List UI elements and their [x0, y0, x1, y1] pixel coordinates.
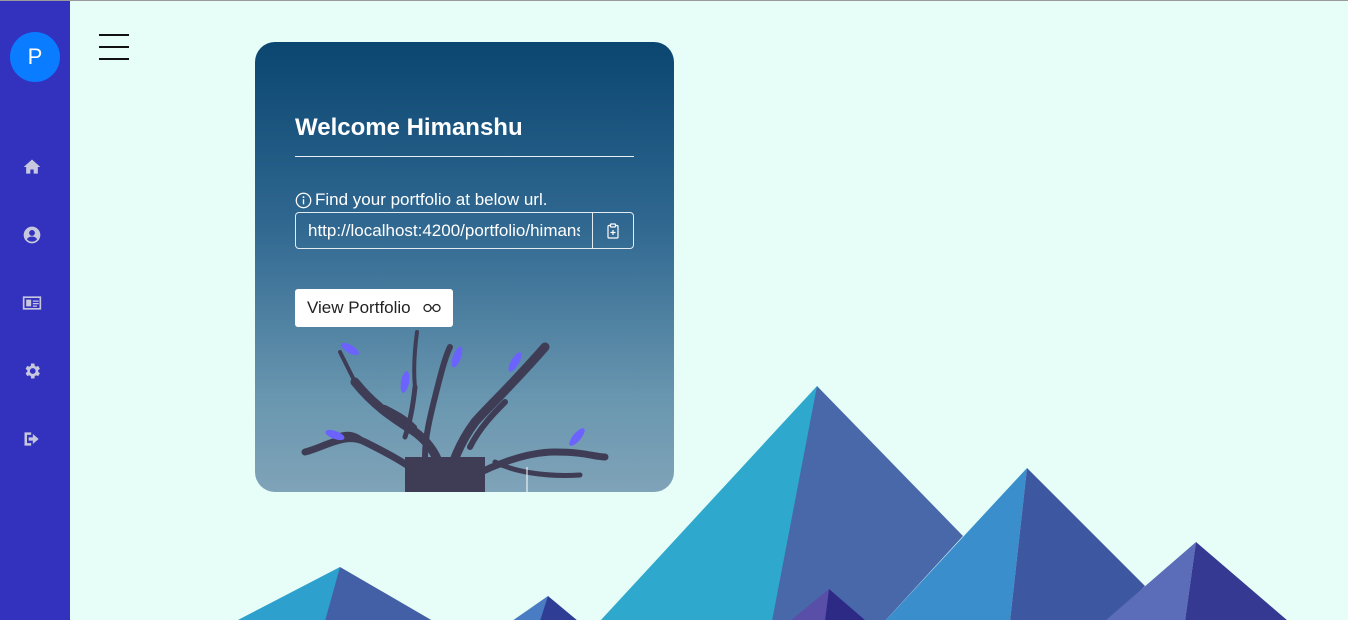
tree-illustration: [301, 330, 609, 492]
url-input-group: [295, 212, 634, 249]
info-icon: [295, 192, 312, 208]
clipboard-icon: [607, 222, 619, 239]
view-portfolio-label: View Portfolio: [307, 298, 411, 317]
divider: [295, 156, 634, 157]
view-portfolio-button[interactable]: View Portfolio: [295, 289, 453, 327]
welcome-card: Welcome Himanshu Find your portfolio at …: [255, 42, 674, 492]
card-title: Welcome Himanshu: [295, 114, 523, 141]
info-text: Find your portfolio at below url.: [315, 190, 548, 209]
mountains-illustration: [237, 386, 1287, 620]
info-line: Find your portfolio at below url.: [295, 190, 547, 210]
copy-url-button[interactable]: [592, 213, 633, 248]
portfolio-url-input[interactable]: [296, 213, 592, 248]
glasses-icon: [422, 303, 441, 313]
